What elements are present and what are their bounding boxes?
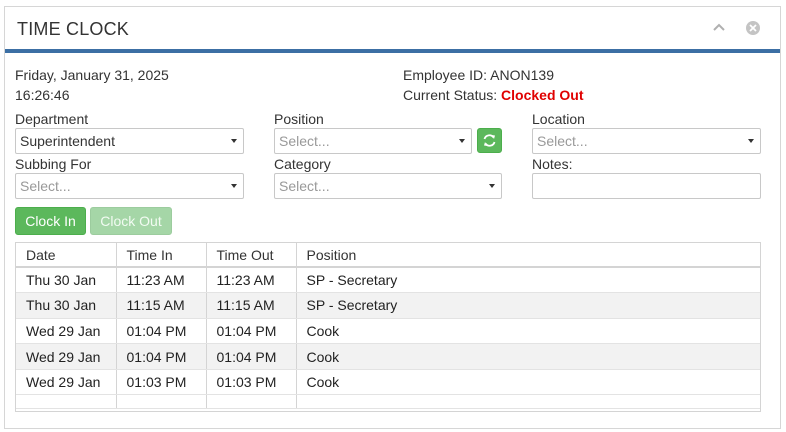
location-select[interactable]: Select... <box>532 128 761 154</box>
panel-header: TIME CLOCK <box>5 7 780 53</box>
cell-date: Wed 29 Jan <box>16 369 117 396</box>
column-header-position[interactable]: Position <box>296 243 760 268</box>
table-row[interactable]: Wed 29 Jan 01:03 PM 01:03 PM Cook <box>16 369 760 396</box>
table-row[interactable]: Thu 30 Jan 11:15 AM 11:15 AM SP - Secret… <box>16 292 760 319</box>
chevron-down-icon <box>231 184 237 188</box>
cell-time-in: 11:23 AM <box>116 267 207 294</box>
department-label: Department <box>15 111 89 127</box>
table-row[interactable]: Wed 29 Jan 01:04 PM 01:04 PM Cook <box>16 343 760 370</box>
cell-time-in: 11:15 AM <box>116 292 207 319</box>
cell-time-in: 01:03 PM <box>116 369 207 396</box>
cell-position: SP - Secretary <box>296 267 760 294</box>
position-placeholder: Select... <box>279 133 330 149</box>
notes-label: Notes: <box>532 156 573 172</box>
refresh-icon <box>478 134 501 155</box>
chevron-up-icon[interactable] <box>710 19 728 37</box>
table-row[interactable]: Wed 29 Jan 01:04 PM 01:04 PM Cook <box>16 318 760 345</box>
cell-position: Cook <box>296 369 760 396</box>
cell-time-out: 11:23 AM <box>206 267 297 294</box>
subbing-for-select[interactable]: Select... <box>15 173 244 199</box>
cell-position: SP - Secretary <box>296 292 760 319</box>
date-time-block: Friday, January 31, 2025 16:26:46 <box>15 65 169 105</box>
cell-time-in: 01:04 PM <box>116 343 207 370</box>
cell-position: Cook <box>296 318 760 345</box>
position-select[interactable]: Select... <box>274 128 472 154</box>
column-header-time-in[interactable]: Time In <box>116 243 207 268</box>
category-placeholder: Select... <box>279 178 330 194</box>
clock-in-button[interactable]: Clock In <box>15 207 86 235</box>
status-value: Clocked Out <box>501 87 584 103</box>
employee-info-block: Employee ID: ANON139 Current Status: Clo… <box>403 65 584 105</box>
cell-time-in: 01:04 PM <box>116 318 207 345</box>
chevron-down-icon <box>231 139 237 143</box>
cell-time-out: 01:03 PM <box>206 369 297 396</box>
location-placeholder: Select... <box>537 133 588 149</box>
chevron-down-icon <box>489 184 495 188</box>
location-label: Location <box>532 111 585 127</box>
refresh-button[interactable] <box>477 128 502 153</box>
department-select[interactable]: Superintendent <box>15 128 244 154</box>
category-select[interactable]: Select... <box>274 173 502 199</box>
cell-date: Wed 29 Jan <box>16 343 117 370</box>
chevron-down-icon <box>459 139 465 143</box>
status-label: Current Status: <box>403 87 498 103</box>
current-date: Friday, January 31, 2025 <box>15 67 169 83</box>
cell-date: Thu 30 Jan <box>16 267 117 294</box>
employee-id-label: Employee ID: <box>403 67 488 83</box>
current-time: 16:26:46 <box>15 87 70 103</box>
panel-title: TIME CLOCK <box>17 19 130 39</box>
subbing-for-placeholder: Select... <box>20 178 71 194</box>
column-header-date[interactable]: Date <box>16 243 117 268</box>
department-value: Superintendent <box>20 133 115 149</box>
category-label: Category <box>274 156 331 172</box>
table-row[interactable]: Thu 30 Jan 11:23 AM 11:23 AM SP - Secret… <box>16 267 760 294</box>
close-icon[interactable] <box>744 19 762 37</box>
cell-time-out: 01:04 PM <box>206 343 297 370</box>
cell-position: Cook <box>296 343 760 370</box>
notes-input[interactable] <box>532 173 761 199</box>
cell-date: Wed 29 Jan <box>16 318 117 345</box>
subbing-for-label: Subbing For <box>15 156 92 172</box>
cell-date: Thu 30 Jan <box>16 292 117 319</box>
chevron-down-icon <box>748 139 754 143</box>
grid-header-row: Date Time In Time Out Position <box>16 243 760 268</box>
cell-time-out: 11:15 AM <box>206 292 297 319</box>
time-entries-grid: Date Time In Time Out Position Thu 30 Ja… <box>15 242 761 412</box>
column-header-time-out[interactable]: Time Out <box>206 243 297 268</box>
position-label: Position <box>274 111 324 127</box>
cell-time-out: 01:04 PM <box>206 318 297 345</box>
clock-out-button[interactable]: Clock Out <box>90 207 172 235</box>
empty-row <box>16 394 760 410</box>
employee-id-value: ANON139 <box>490 67 554 83</box>
